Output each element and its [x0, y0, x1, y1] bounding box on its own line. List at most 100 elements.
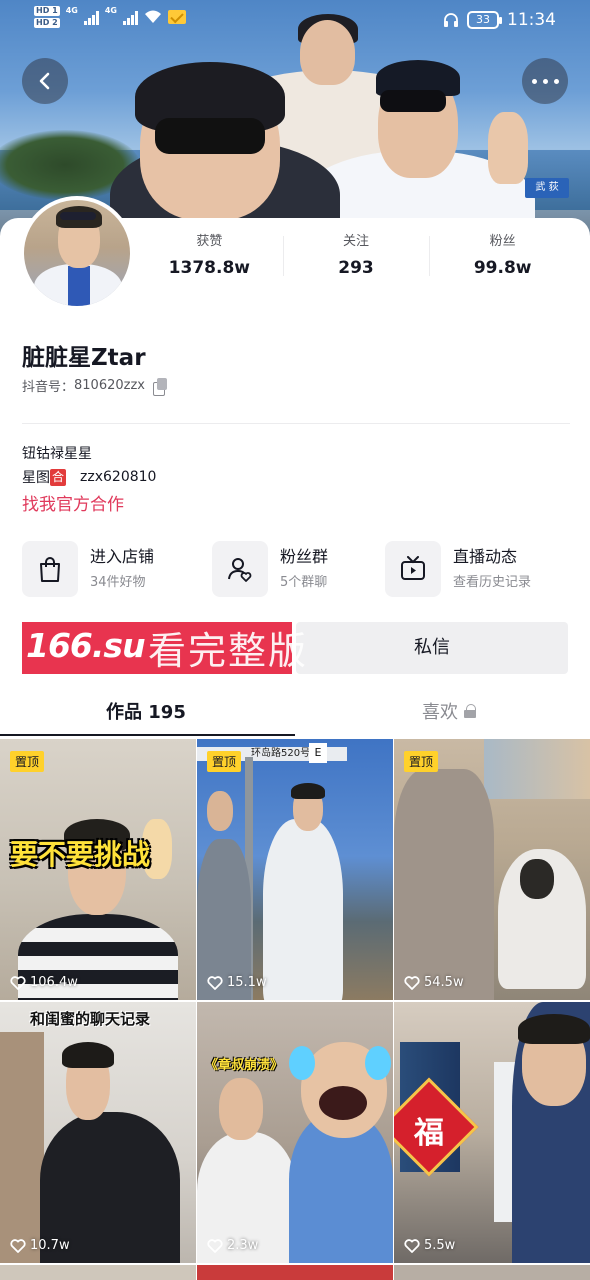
heart-outline-icon	[404, 1238, 420, 1253]
fans-group-entry[interactable]: 粉丝群 5个群聊	[212, 540, 328, 598]
stat-value: 293	[338, 258, 374, 278]
stat-label: 获赞	[196, 234, 223, 249]
live-history-entry[interactable]: 直播动态 查看历史记录	[385, 540, 531, 598]
signal-icon-2	[122, 9, 138, 25]
video-likes: 15.1w	[207, 975, 267, 990]
video-caption: 和闺蜜的聊天记录	[30, 1010, 151, 1028]
promo-brand: 166.su	[26, 626, 146, 665]
tab-likes-label: 喜欢	[422, 702, 458, 723]
bio-xingtu-value: zzx620810	[80, 469, 157, 485]
stat-value: 1378.8w	[168, 258, 250, 278]
network-type-1: 4G	[65, 6, 78, 15]
hd1-label: HD 1	[34, 6, 60, 16]
video-caption: 要不要挑战	[10, 838, 151, 871]
message-button[interactable]: 私信	[296, 622, 568, 674]
more-dot-icon	[542, 78, 548, 84]
tv-icon	[385, 541, 441, 597]
video-thumb-face-left	[219, 1078, 263, 1140]
heart-outline-icon	[207, 975, 223, 990]
douyin-id-value: 810620zzx	[74, 378, 145, 393]
entry-subtitle: 查看历史记录	[453, 575, 532, 590]
video-likes: 106.4w	[10, 975, 78, 990]
video-likes: 2.3w	[207, 1238, 258, 1253]
avatar[interactable]	[20, 196, 134, 310]
video-likes-count: 15.1w	[227, 975, 267, 990]
entry-title: 粉丝群	[280, 547, 329, 566]
content-tabs: 作品 195 喜欢	[0, 690, 590, 738]
cover-peace-sign-hand	[488, 112, 528, 184]
video-likes: 10.7w	[10, 1238, 70, 1253]
video-thumb-mouth	[319, 1086, 367, 1120]
video-tile[interactable]: 《章叔崩溃》 2.3w	[197, 1002, 393, 1263]
video-tile-partial[interactable]	[197, 1265, 393, 1280]
video-thumb-hair-right	[291, 783, 325, 799]
divider	[22, 423, 570, 424]
stat-value: 99.8w	[473, 258, 532, 278]
video-tile[interactable]: 和闺蜜的聊天记录 10.7w	[0, 1002, 196, 1263]
tab-indicator	[0, 734, 295, 736]
bio-xingtu-row: 星图 合 zzx620810	[22, 467, 156, 487]
douyin-id-label: 抖音号：	[22, 380, 75, 395]
heart-outline-icon	[10, 1238, 26, 1253]
video-thumb-hair-right	[518, 1014, 590, 1044]
heart-outline-icon	[404, 975, 420, 990]
video-thumb-face-left	[207, 791, 233, 831]
entry-title: 进入店铺	[90, 547, 155, 566]
video-thumb-hair	[62, 1042, 114, 1068]
avatar-shirt	[68, 266, 90, 306]
heart-outline-icon	[10, 975, 26, 990]
douyin-id-row: 抖音号： 810620zzx	[22, 376, 169, 396]
lock-icon	[464, 704, 476, 718]
pinned-badge: 置顶	[404, 751, 439, 772]
more-dot-icon	[553, 78, 559, 84]
battery-icon: 33	[467, 11, 502, 29]
video-likes-count: 2.3w	[227, 1238, 259, 1253]
video-tile[interactable]: 要不要挑战 置顶 106.4w	[0, 739, 196, 1000]
video-caption: 福	[414, 1116, 444, 1151]
copy-icon[interactable]	[152, 377, 169, 396]
video-tile[interactable]: 置顶 54.5w	[394, 739, 590, 1000]
shop-entry[interactable]: 进入店铺 34件好物	[22, 540, 154, 598]
video-tile-partial[interactable]	[394, 1265, 590, 1280]
video-tile[interactable]: 环岛路520号 E 置顶 15.1w	[197, 739, 393, 1000]
entry-subtitle: 5个群聊	[280, 575, 328, 590]
heart-outline-icon	[207, 1238, 223, 1253]
tab-likes[interactable]: 喜欢	[422, 698, 476, 724]
headphones-icon	[444, 13, 458, 27]
hd-indicator: HD 1 HD 2	[34, 6, 60, 28]
video-thumb-cartoon-eye	[365, 1046, 391, 1080]
fans-group-icon	[212, 541, 268, 597]
avatar-sunglasses	[60, 212, 96, 220]
pinned-badge: 置顶	[207, 751, 242, 772]
tab-works[interactable]: 作品 195	[106, 698, 186, 724]
video-likes-count: 106.4w	[30, 975, 78, 990]
video-tile-partial[interactable]	[0, 1265, 196, 1280]
video-likes: 5.5w	[404, 1238, 455, 1253]
back-button[interactable]	[22, 58, 68, 104]
bio-xingtu-label: 星图	[22, 470, 50, 486]
video-thumb-hood	[520, 859, 554, 899]
stat-followers[interactable]: 粉丝 99.8w	[429, 232, 576, 278]
stat-following[interactable]: 关注 293	[282, 232, 430, 278]
promo-watermark-text: 看完整版	[148, 629, 309, 673]
nickname: 脏脏星Ztar	[22, 345, 146, 371]
video-sign-letter: E	[309, 743, 327, 763]
video-likes-count: 10.7w	[30, 1238, 70, 1253]
network-type-2: 4G	[104, 6, 117, 15]
entry-title: 直播动态	[453, 547, 518, 566]
official-cooperation-link[interactable]: 找我官方合作	[22, 490, 124, 515]
more-options-button[interactable]	[522, 58, 568, 104]
bio-line: 钮钴禄星星	[22, 446, 92, 462]
hd2-label: HD 2	[34, 18, 60, 28]
wifi-icon	[144, 10, 161, 23]
video-likes: 54.5w	[404, 975, 464, 990]
stat-label: 关注	[343, 234, 370, 249]
video-tile[interactable]: 福 5.5w	[394, 1002, 590, 1263]
profile-entries: 进入店铺 34件好物 粉丝群 5个群聊 直播动态 查看历史记录	[22, 540, 570, 600]
clock-time: 11:34	[507, 10, 556, 30]
video-thumb-door	[0, 1032, 44, 1263]
stat-likes[interactable]: 获赞 1378.8w	[136, 232, 283, 278]
cover-person-front-sunglasses	[155, 118, 265, 154]
profile-stats: 获赞 1378.8w 关注 293 粉丝 99.8w	[136, 232, 576, 278]
video-caption: 《章叔崩溃》	[205, 1058, 284, 1073]
